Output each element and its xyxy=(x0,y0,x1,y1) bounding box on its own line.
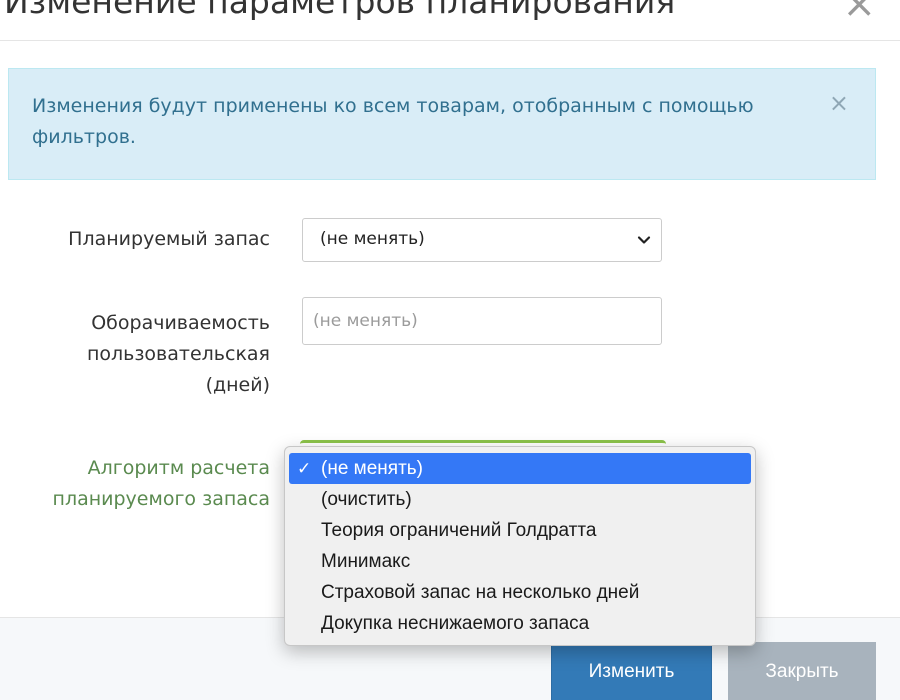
close-button[interactable]: Закрыть xyxy=(728,642,876,700)
alert-close-icon[interactable]: × xyxy=(829,91,849,115)
algorithm-dropdown-menu: ✓ (не менять) (очистить) Теория ограничений… xyxy=(284,446,756,646)
apply-button[interactable]: Изменить xyxy=(551,642,712,700)
dropdown-option-label: Минимакс xyxy=(321,551,411,572)
info-alert: Изменения будут применены ко всем товара… xyxy=(8,68,876,180)
algorithm-label-line-2: планируемого запаса xyxy=(52,488,270,510)
planned-stock-select[interactable]: (не менять) xyxy=(302,218,662,262)
dropdown-option-label: Докупка неснижаемого запаса xyxy=(321,613,590,634)
dropdown-option[interactable]: Теория ограничений Голдратта xyxy=(289,515,751,546)
planned-stock-selected-value: (не менять) xyxy=(320,229,425,249)
modal-title: Изменение параметров планирования xyxy=(4,0,676,21)
dropdown-option[interactable]: Страховой запас на несколько дней xyxy=(289,577,751,608)
chevron-down-icon xyxy=(637,236,651,244)
planning-params-modal: Изменение параметров планирования × Изме… xyxy=(0,0,900,700)
turnover-input[interactable] xyxy=(302,297,662,345)
turnover-label-line-1: Оборачиваемость xyxy=(91,312,270,334)
turnover-label-line-2: пользовательская xyxy=(86,343,270,365)
alert-text: Изменения будут применены ко всем товара… xyxy=(32,95,754,148)
dropdown-option[interactable]: Докупка неснижаемого запаса xyxy=(289,608,751,639)
dropdown-option-label: Страховой запас на несколько дней xyxy=(321,582,640,603)
dropdown-option-label: Теория ограничений Голдратта xyxy=(321,520,597,541)
turnover-label-line-3: (дней) xyxy=(205,374,270,396)
planned-stock-label: Планируемый запас xyxy=(68,228,270,250)
algorithm-label: Алгоритм расчета планируемого запаса xyxy=(53,453,270,515)
dropdown-option[interactable]: ✓ (не менять) xyxy=(289,453,751,484)
turnover-label: Оборачиваемость пользовательская (дней) xyxy=(87,308,270,401)
modal-header: Изменение параметров планирования × xyxy=(0,0,900,41)
dropdown-option-label: (не менять) xyxy=(321,458,424,479)
algorithm-label-line-1: Алгоритм расчета xyxy=(87,457,270,479)
dropdown-option[interactable]: Минимакс xyxy=(289,546,751,577)
dropdown-option-label: (очистить) xyxy=(321,489,412,510)
modal-close-icon[interactable]: × xyxy=(842,0,876,24)
dropdown-option[interactable]: (очистить) xyxy=(289,484,751,515)
checkmark-icon: ✓ xyxy=(297,459,312,478)
